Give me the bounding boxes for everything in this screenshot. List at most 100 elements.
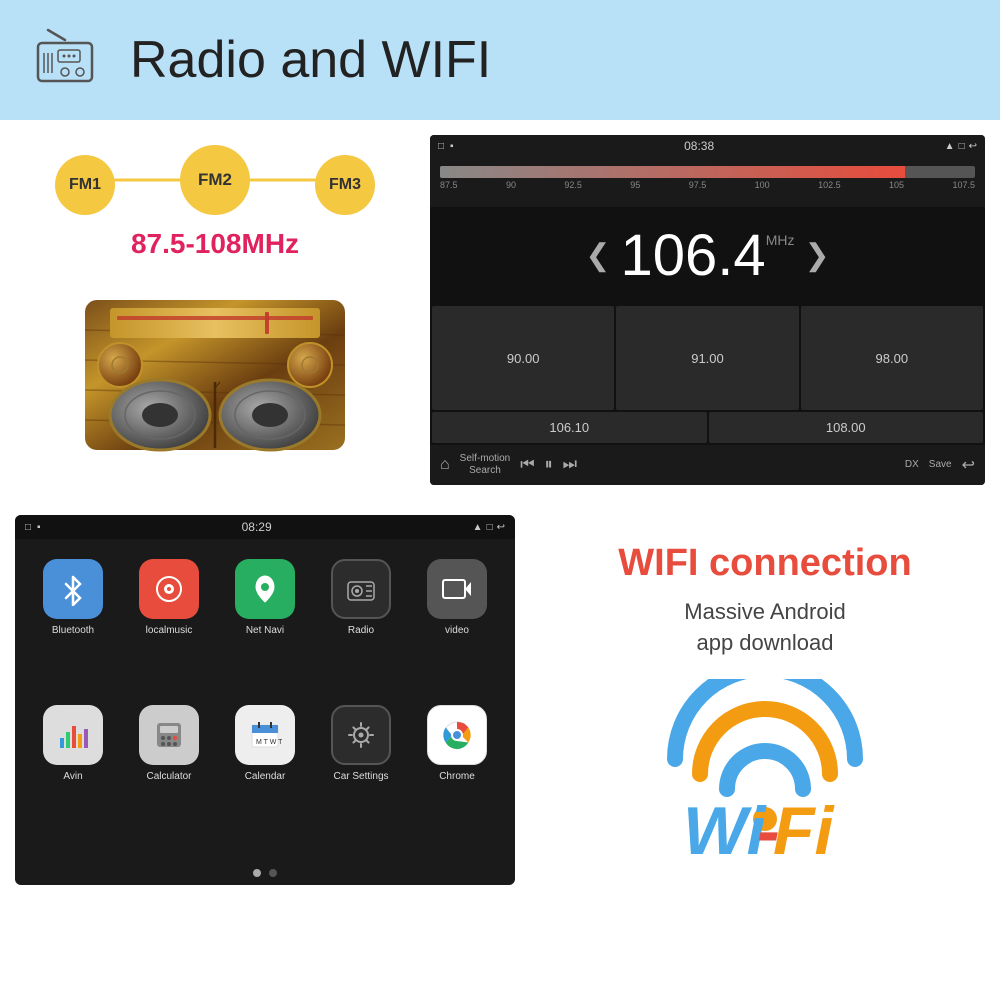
calculator-icon	[139, 705, 199, 765]
freq-fill	[440, 166, 905, 178]
page-title: Radio and WIFI	[130, 30, 491, 90]
freq-track	[440, 166, 975, 178]
radio-icon-circle	[20, 15, 110, 105]
signal-icon: ▲	[945, 141, 955, 152]
back-icon: ↩	[969, 141, 977, 152]
app-item-calculator[interactable]: Calculator	[126, 705, 212, 841]
app-item-calendar[interactable]: M T W T Calendar	[222, 705, 308, 841]
chrome-label: Chrome	[439, 771, 475, 782]
wifi-svg: Wi - Fi	[665, 679, 865, 859]
frequency-unit: MHz	[766, 232, 795, 248]
chrome-icon	[427, 705, 487, 765]
freq-indicator	[902, 166, 905, 178]
preset-bottom-grid: 106.10 108.00	[430, 412, 985, 445]
svg-text:M T W T: M T W T	[256, 739, 282, 746]
app-item-radio[interactable]: Radio	[318, 559, 404, 695]
wifi-subtitle: Massive Android app download	[684, 597, 845, 659]
android-window-icon: □	[487, 522, 493, 533]
freq-next-arrow[interactable]: ❯	[804, 238, 829, 273]
status-rect-icon: ▪	[450, 141, 454, 152]
radio-app-icon	[331, 559, 391, 619]
window-icon: □	[959, 141, 965, 152]
fm3-bubble: FM3	[315, 155, 375, 215]
bottom-section: □ ▪ 08:29 ▲ □ ↩ Bluetooth	[0, 500, 1000, 900]
android-wifi-icon: ▲	[473, 522, 483, 533]
middle-section: FM1 FM2 FM3 87.5-108MHz	[0, 120, 1000, 500]
bluetooth-icon	[43, 559, 103, 619]
dx-button[interactable]: DX	[905, 459, 919, 471]
preset-5[interactable]: 108.00	[709, 412, 984, 443]
current-frequency: 106.4	[621, 222, 766, 289]
localmusic-label: localmusic	[146, 625, 193, 636]
next-button[interactable]: ⏭	[563, 456, 577, 474]
preset-3[interactable]: 98.00	[801, 306, 983, 410]
fm-section: FM1 FM2 FM3 87.5-108MHz	[0, 120, 430, 500]
dot-1	[253, 869, 261, 877]
wifi-graphic: Wi - Fi	[665, 679, 865, 859]
app-item-localmusic[interactable]: localmusic	[126, 559, 212, 695]
android-square-icon: □	[25, 522, 31, 533]
preset-grid: 90.00 91.00 98.00	[430, 304, 985, 412]
netnavi-label: Net Navi	[246, 625, 284, 636]
page-header: Radio and WIFI	[0, 0, 1000, 120]
app-item-chrome[interactable]: Chrome	[414, 705, 500, 841]
preset-2[interactable]: 91.00	[616, 306, 798, 410]
play-pause-button[interactable]: ⏸	[545, 456, 553, 474]
freq-labels: 87.5 90 92.5 95 97.5 100 102.5 105 107.5	[440, 180, 975, 190]
back-button[interactable]: ↩	[962, 455, 975, 475]
home-button[interactable]: ⌂	[440, 456, 450, 474]
status-time: 08:38	[684, 139, 714, 153]
frequency-display: ❮ 106.4 MHz ❯	[430, 207, 985, 304]
status-square-icon: □	[438, 141, 444, 152]
preset-4[interactable]: 106.10	[432, 412, 707, 443]
bluetooth-label: Bluetooth	[52, 625, 94, 636]
localmusic-icon	[139, 559, 199, 619]
app-item-video[interactable]: video	[414, 559, 500, 695]
android-status-right: ▲ □ ↩	[473, 522, 505, 533]
video-label: video	[445, 625, 469, 636]
android-time: 08:29	[242, 520, 272, 534]
page-dots	[15, 861, 515, 885]
carsettings-icon	[331, 705, 391, 765]
android-status-left: □ ▪	[25, 522, 41, 533]
android-back-icon: ↩	[497, 522, 505, 533]
android-rect-icon: ▪	[37, 522, 41, 533]
video-icon	[427, 559, 487, 619]
svg-text:Fi: Fi	[773, 793, 836, 859]
app-item-carsettings[interactable]: Car Settings	[318, 705, 404, 841]
calendar-label: Calendar	[245, 771, 286, 782]
freq-prev-arrow[interactable]: ❮	[585, 238, 610, 273]
status-right: ▲ □ ↩	[945, 141, 977, 152]
radio-ui-screen: □ ▪ 08:38 ▲ □ ↩ 87.5 90 92.5 95 97.5 1	[430, 135, 985, 485]
avin-label: Avin	[63, 771, 82, 782]
fm1-bubble: FM1	[55, 155, 115, 215]
fm2-bubble: FM2	[180, 145, 250, 215]
wifi-title: WIFI connection	[618, 541, 911, 587]
carsettings-label: Car Settings	[333, 771, 388, 782]
app-item-bluetooth[interactable]: Bluetooth	[30, 559, 116, 695]
wifi-section: WIFI connection Massive Android app down…	[530, 500, 1000, 900]
radio-app-label: Radio	[348, 625, 374, 636]
frequency-scale: 87.5 90 92.5 95 97.5 100 102.5 105 107.5	[430, 157, 985, 207]
radio-icon	[30, 25, 100, 95]
save-button[interactable]: Save	[929, 459, 952, 471]
control-bar: ⌂ Self-motionSearch ⏮ ⏸ ⏭ DX Save ↩	[430, 445, 985, 485]
avin-icon	[43, 705, 103, 765]
calendar-icon: M T W T	[235, 705, 295, 765]
app-item-netnavi[interactable]: Net Navi	[222, 559, 308, 695]
android-icons-grid: Bluetooth localmusic Net Navi	[15, 539, 515, 861]
screen-status-bar: □ ▪ 08:38 ▲ □ ↩	[430, 135, 985, 157]
calculator-label: Calculator	[146, 771, 191, 782]
retro-radio-image	[75, 270, 355, 460]
android-status-bar: □ ▪ 08:29 ▲ □ ↩	[15, 515, 515, 539]
dot-2	[269, 869, 277, 877]
svg-text:Wi: Wi	[683, 793, 768, 859]
android-screen: □ ▪ 08:29 ▲ □ ↩ Bluetooth	[15, 515, 515, 885]
app-item-avin[interactable]: Avin	[30, 705, 116, 841]
netnavi-icon	[235, 559, 295, 619]
prev-button[interactable]: ⏮	[520, 456, 534, 474]
self-motion-button[interactable]: Self-motionSearch	[460, 453, 511, 477]
preset-1[interactable]: 90.00	[432, 306, 614, 410]
fm-frequency-range: 87.5-108MHz	[131, 228, 299, 260]
status-left: □ ▪	[438, 141, 454, 152]
